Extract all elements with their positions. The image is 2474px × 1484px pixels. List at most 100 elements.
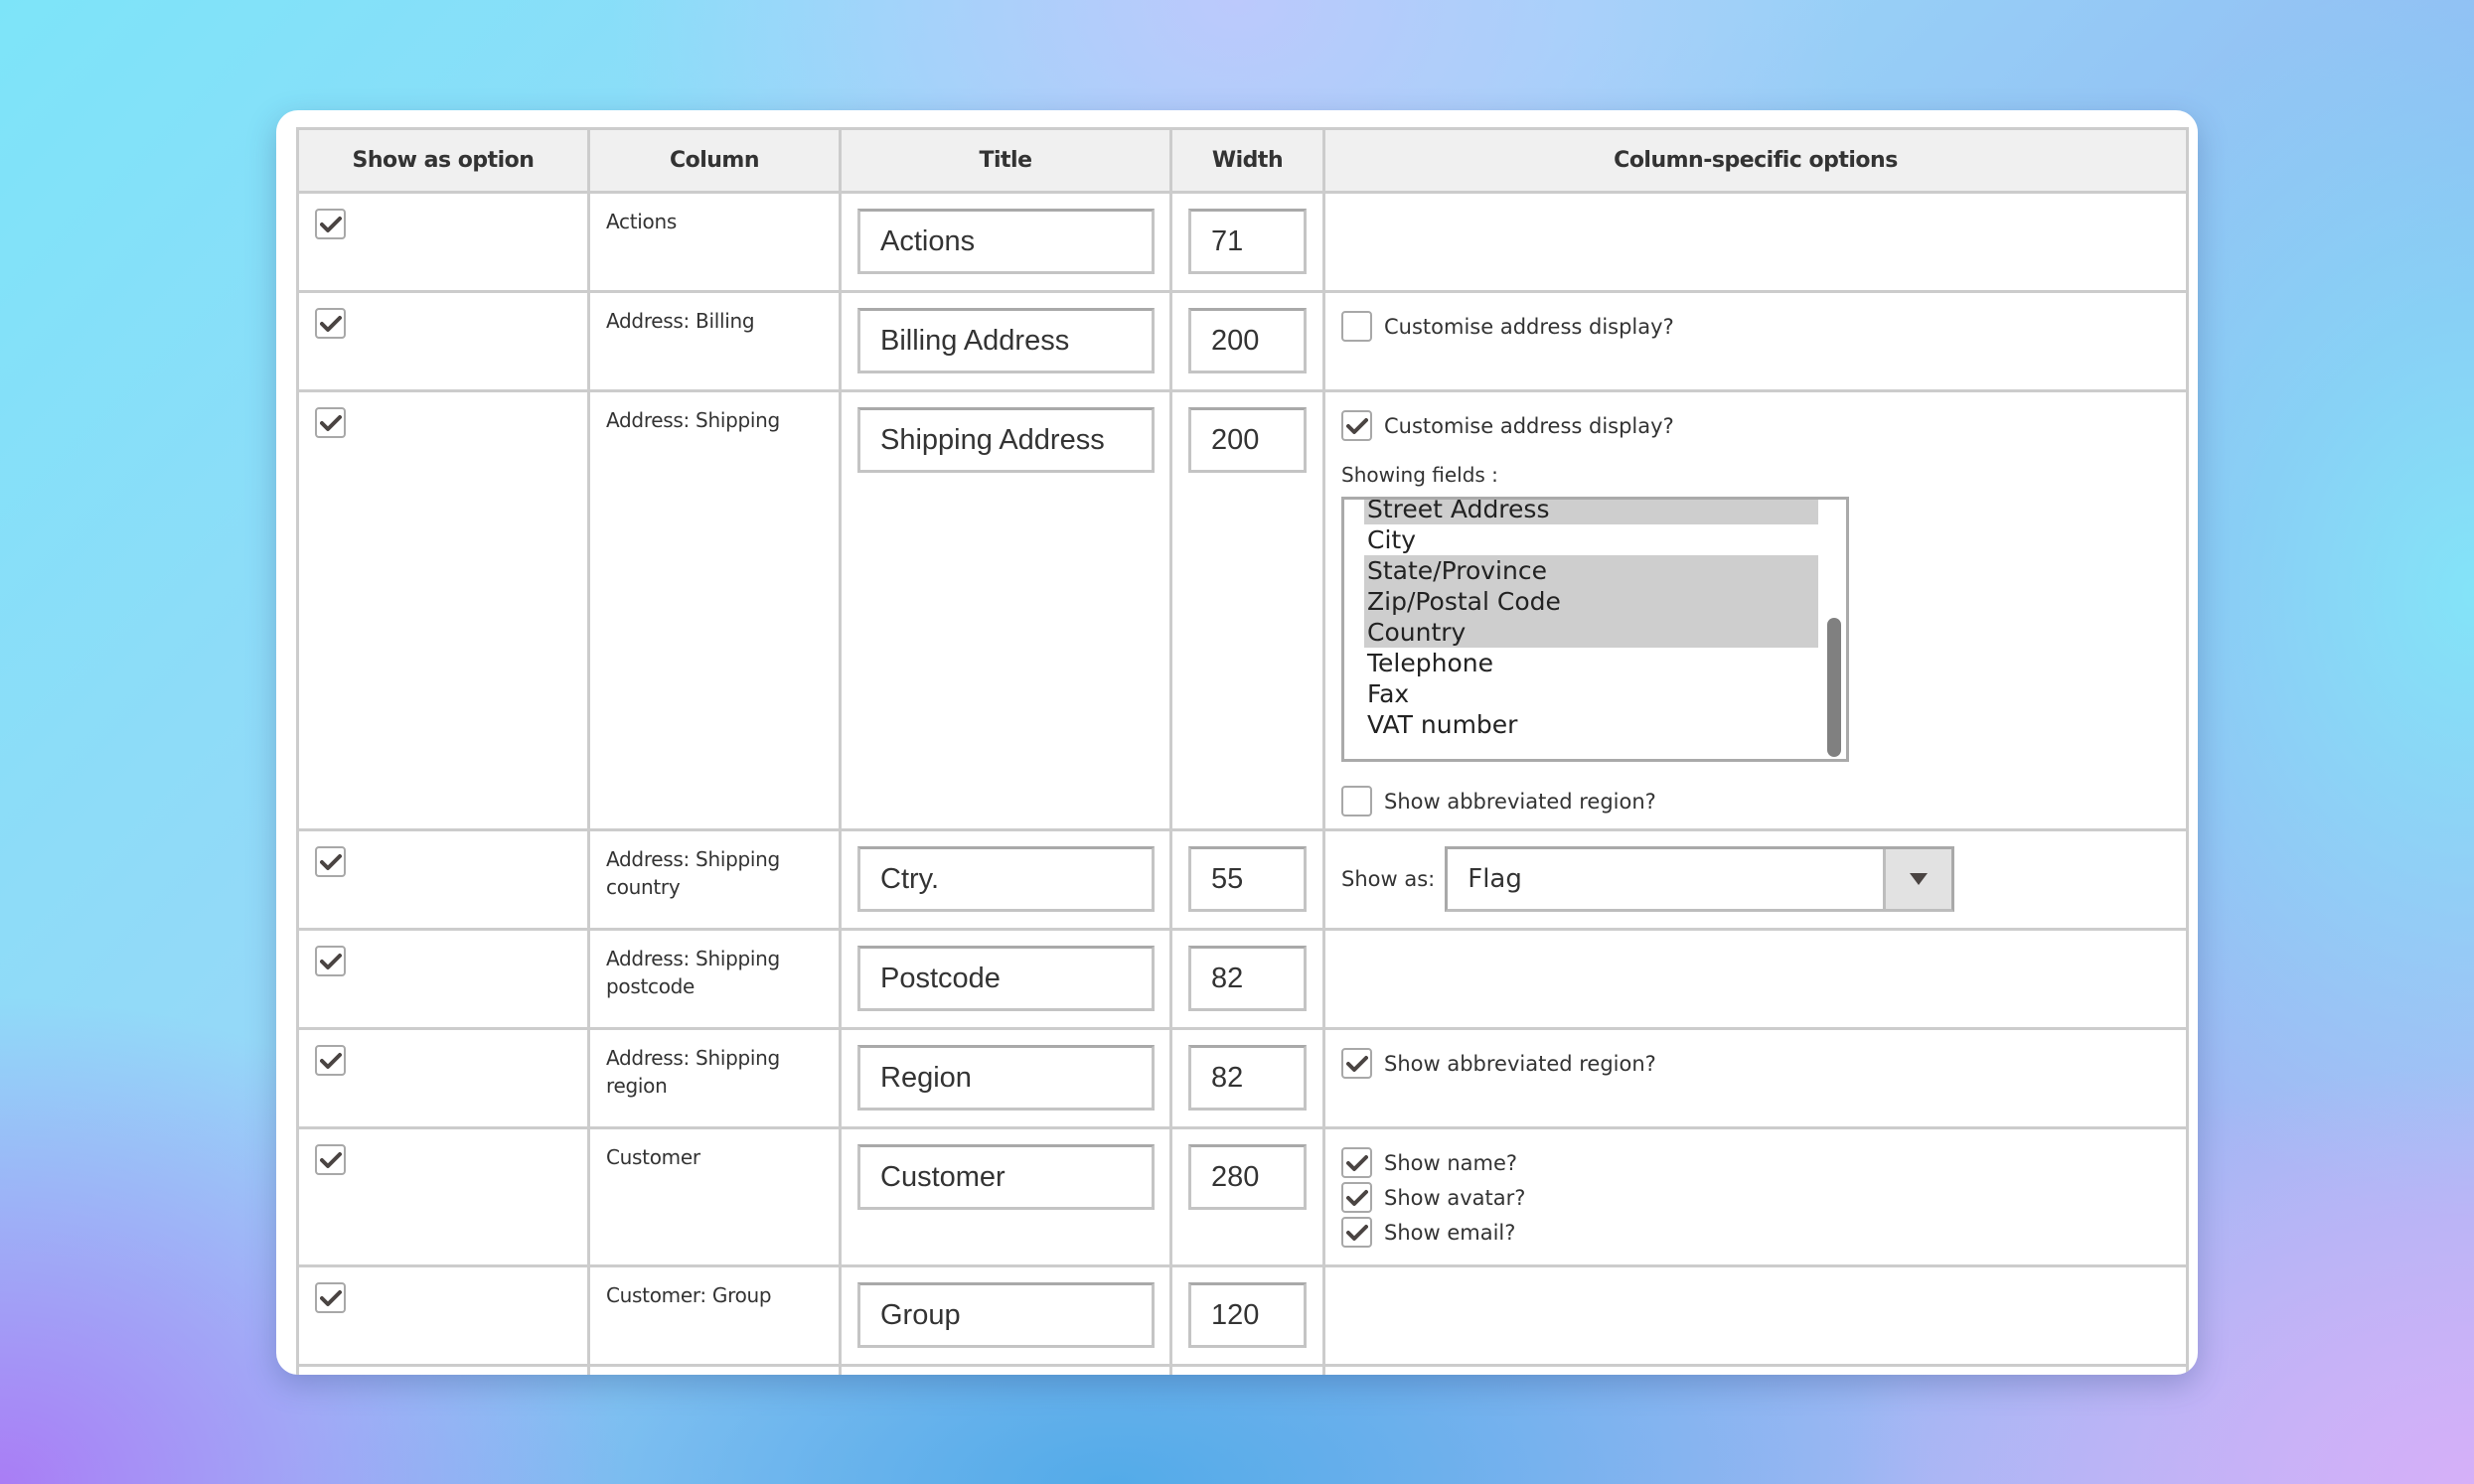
show-as-option-cell [296,290,590,392]
column-name: Actions [606,210,677,233]
options-cell: Show name? Show avatar? Show email? [1322,1126,2189,1267]
width-input[interactable] [1188,407,1307,473]
column-name: Customer: Group [606,1283,772,1307]
header-column-specific-options: Column-specific options [1322,127,2189,194]
column-name-cell: Address: Shipping region [587,1027,842,1129]
title-cell [839,828,1172,931]
title-input[interactable] [857,946,1155,1011]
checkmark-icon [1346,1056,1368,1072]
title-input[interactable] [857,407,1155,473]
width-input[interactable] [1188,1045,1307,1111]
show-as-option-cell [296,191,590,293]
show-as-select[interactable]: Flag [1445,846,1955,912]
customise-address-checkbox[interactable] [1341,311,1372,342]
title-input[interactable] [857,308,1155,373]
field-option-zip-postal-code[interactable]: Zip/Postal Code [1364,586,1818,617]
show-abbreviated-region-checkbox[interactable] [1341,786,1372,816]
show-name-checkbox[interactable] [1341,1147,1372,1178]
width-cell [1169,389,1325,831]
show-as-option-cell [296,1126,590,1267]
width-input[interactable] [1188,209,1307,274]
empty-cell [1322,1364,2189,1375]
show-name-option[interactable]: Show name? [1341,1145,2170,1180]
field-option-city[interactable]: City [1364,524,1818,555]
show-as-option-cell [296,1264,590,1367]
field-option-vat-number[interactable]: VAT number [1364,709,1818,740]
field-option-telephone[interactable]: Telephone [1364,648,1818,678]
column-name: Customer [606,1145,700,1169]
show-abbreviated-region-option[interactable]: Show abbreviated region? [1341,784,2170,818]
empty-cell [1169,1364,1325,1375]
show-email-checkbox[interactable] [1341,1217,1372,1248]
title-input[interactable] [857,1144,1155,1210]
title-input[interactable] [857,1282,1155,1348]
title-input[interactable] [857,1045,1155,1111]
show-abbreviated-region-checkbox[interactable] [1341,1048,1372,1079]
checkmark-icon [320,1290,342,1306]
options-cell: Show abbreviated region? [1322,1027,2189,1129]
customise-address-checkbox[interactable] [1341,410,1372,441]
show-as-option-checkbox[interactable] [315,407,346,438]
column-name-cell: Actions [587,191,842,293]
width-cell [1169,1264,1325,1367]
header-column: Column [587,127,842,194]
table-row: Address: Shipping region Show abbreviate… [296,1027,2189,1129]
width-cell [1169,1027,1325,1129]
column-name: Address: Shipping country [606,847,780,899]
table-row: Customer: Group [296,1264,2189,1367]
customise-address-option[interactable]: Customise address display? [1341,408,2170,443]
column-name-cell: Address: Billing [587,290,842,392]
show-as-option-checkbox[interactable] [315,209,346,239]
show-avatar-checkbox[interactable] [1341,1182,1372,1213]
width-input[interactable] [1188,308,1307,373]
header-title: Title [839,127,1172,194]
empty-cell [296,1364,590,1375]
checkmark-icon [1346,418,1368,434]
caret-down-icon [1910,873,1929,885]
checkmark-icon [320,854,342,870]
show-as-option-checkbox[interactable] [315,1282,346,1313]
title-cell [839,1264,1172,1367]
width-cell [1169,1126,1325,1267]
column-name: Address: Shipping region [606,1046,780,1098]
width-cell [1169,191,1325,293]
title-input[interactable] [857,846,1155,912]
checkmark-icon [320,1152,342,1168]
field-option-street-address[interactable]: Street Address [1364,500,1818,524]
width-input[interactable] [1188,1144,1307,1210]
field-option-fax[interactable]: Fax [1364,678,1818,709]
checkmark-icon [1346,1155,1368,1171]
show-as-label: Show as: [1341,867,1436,891]
checkmark-icon [320,217,342,232]
width-cell [1169,828,1325,931]
column-name-cell: Customer: Group [587,1264,842,1367]
header-show-as-option: Show as option [296,127,590,194]
show-abbreviated-region-option[interactable]: Show abbreviated region? [1341,1046,2170,1081]
customise-address-option[interactable]: Customise address display? [1341,309,2170,344]
width-input[interactable] [1188,1282,1307,1348]
listbox-scrollbar-thumb[interactable] [1827,618,1841,757]
field-option-country[interactable]: Country [1364,617,1818,648]
title-cell [839,290,1172,392]
title-input[interactable] [857,209,1155,274]
show-as-option-checkbox[interactable] [315,308,346,339]
show-as-option-checkbox[interactable] [315,1144,346,1175]
show-as-option-checkbox[interactable] [315,1045,346,1076]
show-abbreviated-region-label: Show abbreviated region? [1384,789,1656,814]
title-cell [839,1027,1172,1129]
show-as-dropdown-button[interactable] [1883,849,1952,909]
width-cell [1169,928,1325,1030]
field-option-state-province[interactable]: State/Province [1364,555,1818,586]
width-input[interactable] [1188,846,1307,912]
column-name-cell: Customer [587,1126,842,1267]
header-width: Width [1169,127,1325,194]
show-email-option[interactable]: Show email? [1341,1215,2170,1250]
table-row: Customer Show name? Show avatar? [296,1126,2189,1267]
column-settings-card: Show as option Column Title Width Column… [276,110,2198,1375]
show-avatar-option[interactable]: Show avatar? [1341,1180,2170,1215]
showing-fields-listbox[interactable]: Street Address City State/Province Zip/P… [1341,497,1849,762]
show-as-option-checkbox[interactable] [315,846,346,877]
options-cell [1322,928,2189,1030]
width-input[interactable] [1188,946,1307,1011]
show-as-option-checkbox[interactable] [315,946,346,976]
